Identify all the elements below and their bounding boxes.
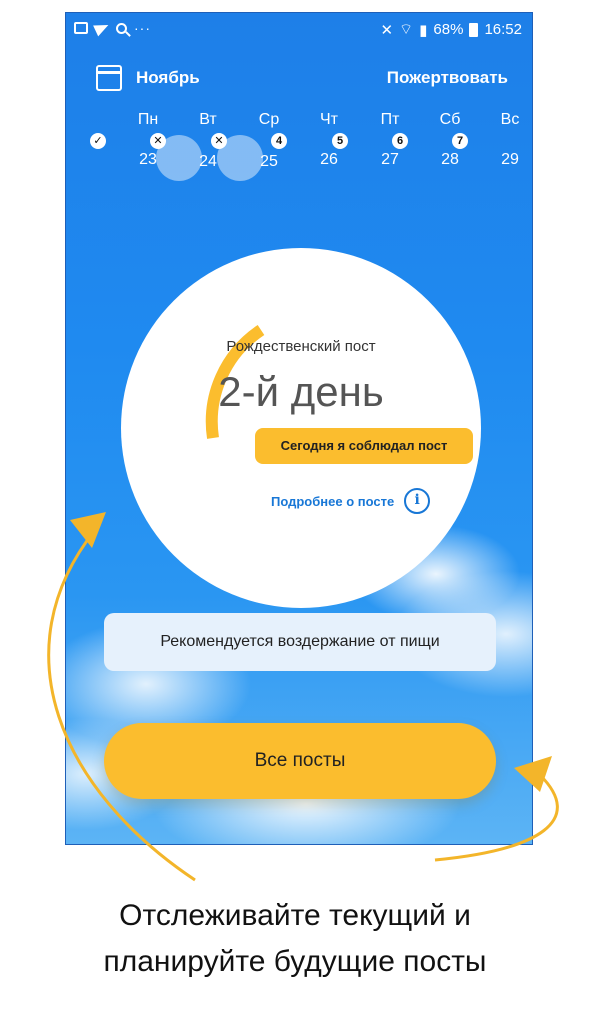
day-count-badge: 6 [392, 133, 408, 149]
battery-percent: 68% [433, 21, 464, 38]
day-number: 29 [501, 151, 519, 168]
day-count-badge: 7 [452, 133, 468, 149]
day-number: 26 [320, 151, 338, 168]
promo-caption: Отслеживайте текущий и планируйте будущи… [0, 893, 590, 985]
day-number: 28 [441, 151, 459, 168]
search-icon [116, 22, 127, 34]
observed-fast-button[interactable]: Сегодня я соблюдал пост [255, 428, 473, 464]
header: Ноябрь Пожертвовать [66, 63, 532, 93]
caption-line-1: Отслеживайте текущий и [119, 899, 471, 932]
signal-icon: ▮ [419, 21, 428, 39]
more-about-fast-link[interactable]: Подробнее о посте [271, 494, 394, 509]
fast-day-counter: 2-й день [218, 368, 384, 415]
donate-button[interactable]: Пожертвовать [387, 68, 508, 88]
day-wednesday[interactable]: Ср ✕ 25 [209, 111, 279, 191]
more-notifications-icon: ··· [134, 20, 151, 36]
day-count-badge: 5 [332, 133, 348, 149]
day-number: 25 [260, 153, 278, 170]
fast-progress-card: Рождественский пост 2-й день Сегодня я с… [121, 248, 481, 608]
month-selector[interactable]: Ноябрь [136, 68, 200, 88]
fast-name: Рождественский пост [226, 338, 376, 355]
day-monday[interactable]: Пн ✓ 23 [88, 111, 158, 191]
day-count-badge: 4 [271, 133, 287, 149]
day-number: 23 [139, 151, 157, 168]
calendar-icon[interactable] [96, 65, 122, 91]
more-about-fast[interactable]: Подробнее о посте i [271, 488, 431, 514]
cross-icon: ✕ [211, 133, 227, 149]
week-strip: Пн ✓ 23 Вт ✕ 24 Ср ✕ 25 Чт 4 26 Пт 5 27 … [88, 111, 519, 191]
wifi-icon: ⌔ [399, 21, 414, 38]
day-thursday[interactable]: Чт 4 26 [269, 111, 338, 191]
day-number: 24 [199, 153, 217, 170]
status-bar: ··· ✕ ⌔ ▮ 68% 16:52 [66, 13, 532, 45]
check-icon: ✓ [90, 133, 106, 149]
clock: 16:52 [484, 21, 522, 38]
cross-icon: ✕ [150, 133, 166, 149]
day-number: 27 [381, 151, 399, 168]
info-icon[interactable]: i [404, 488, 431, 514]
mute-icon: ✕ [380, 21, 394, 39]
recommendation-banner: Рекомендуется воздержание от пищи [104, 613, 496, 671]
caption-line-2: планируйте будущие посты [103, 945, 487, 978]
phone-screen: ··· ✕ ⌔ ▮ 68% 16:52 Ноябрь Пожертвовать … [65, 12, 533, 845]
day-name: Вс [500, 111, 520, 128]
send-icon [93, 19, 111, 37]
all-fasts-button[interactable]: Все посты [104, 723, 496, 799]
image-icon [74, 22, 88, 34]
battery-icon [469, 22, 479, 37]
